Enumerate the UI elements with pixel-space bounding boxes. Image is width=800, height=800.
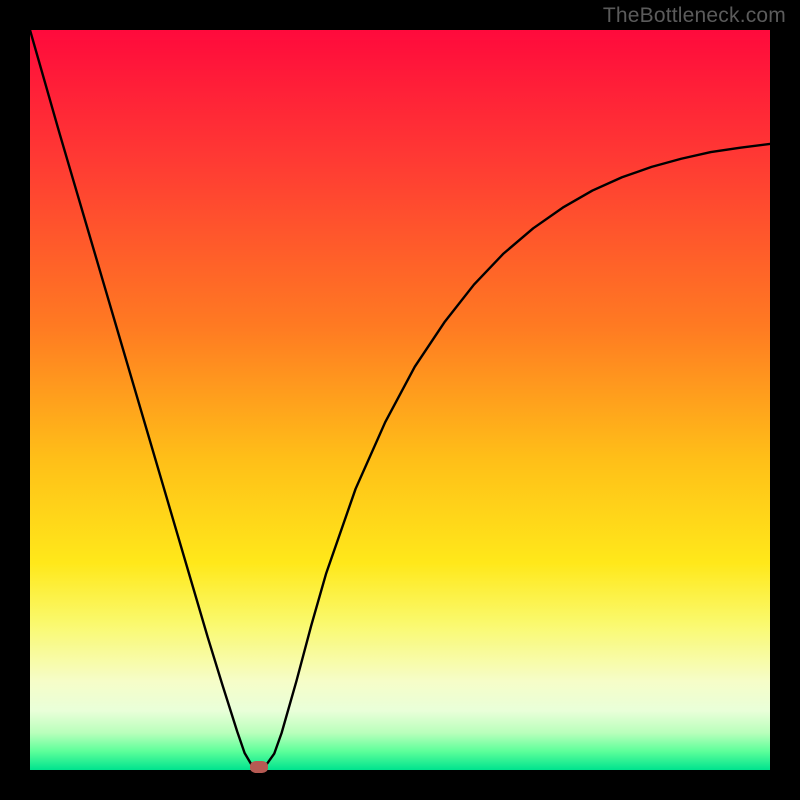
cusp-marker xyxy=(250,761,268,773)
chart-frame: TheBottleneck.com xyxy=(0,0,800,800)
bottleneck-curve xyxy=(30,30,770,770)
chart-plot-area xyxy=(30,30,770,770)
watermark-text: TheBottleneck.com xyxy=(603,4,786,28)
